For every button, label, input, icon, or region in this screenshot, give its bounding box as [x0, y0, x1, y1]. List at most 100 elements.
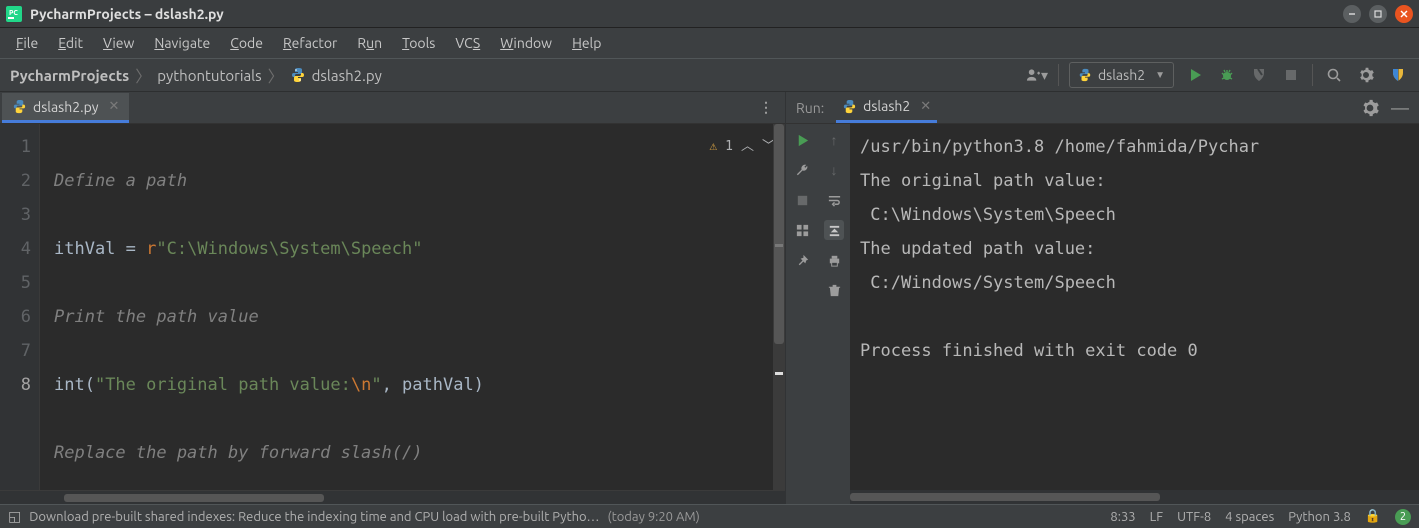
status-tool-icon[interactable]: ◱ — [8, 508, 21, 525]
python-interpreter[interactable]: Python 3.8 — [1288, 510, 1351, 524]
run-toolbar-primary — [786, 124, 818, 504]
editor-vertical-scrollbar[interactable] — [773, 124, 785, 490]
status-time: (today 9:20 AM) — [608, 510, 700, 524]
gear-icon[interactable] — [1361, 99, 1379, 117]
run-tab-name: dslash2 — [863, 98, 910, 114]
notifications-badge[interactable]: 2 — [1395, 509, 1411, 525]
code-line: Print the path value — [54, 307, 259, 327]
run-button[interactable] — [1184, 64, 1206, 86]
separator — [1058, 64, 1059, 86]
run-tool-window: Run: dslash2 ✕ — ↑ ↓ — [786, 92, 1419, 504]
navigation-bar: PycharmProjects 〉 pythontutorials 〉 dsla… — [0, 58, 1419, 92]
status-bar: ◱ Download pre-built shared indexes: Red… — [0, 504, 1419, 528]
breadcrumb: PycharmProjects 〉 pythontutorials 〉 dsla… — [10, 63, 1026, 87]
trash-icon[interactable] — [824, 280, 844, 300]
app-icon: PC — [6, 6, 22, 22]
menu-tools[interactable]: Tools — [392, 31, 445, 55]
menu-bar: FileEditViewNavigateCodeRefactorRunTools… — [0, 28, 1419, 58]
close-tab-icon[interactable]: ✕ — [108, 99, 119, 114]
code-line: Define a path — [54, 171, 187, 191]
wrench-icon[interactable] — [792, 160, 812, 180]
scroll-to-end-icon[interactable] — [824, 220, 844, 240]
menu-navigate[interactable]: Navigate — [144, 31, 220, 55]
stop-button[interactable] — [1280, 64, 1302, 86]
console-output[interactable]: /usr/bin/python3.8 /home/fahmida/Pychar … — [850, 124, 1419, 504]
coverage-button[interactable] — [1248, 64, 1270, 86]
chevron-up-icon[interactable]: ︿ — [741, 130, 754, 164]
breadcrumb-file[interactable]: dslash2.py — [312, 67, 382, 84]
close-button[interactable] — [1395, 5, 1413, 23]
run-tab[interactable]: dslash2 ✕ — [836, 93, 937, 123]
pin-icon[interactable] — [792, 250, 812, 270]
lock-icon[interactable]: 🔒 — [1365, 509, 1381, 524]
layout-icon[interactable] — [792, 220, 812, 240]
maximize-button[interactable] — [1369, 5, 1387, 23]
hide-panel-icon[interactable]: — — [1391, 98, 1409, 118]
shield-icon[interactable] — [1387, 64, 1409, 86]
cursor-position[interactable]: 8:33 — [1110, 510, 1135, 524]
python-file-icon — [1078, 68, 1092, 82]
stop-icon[interactable] — [792, 190, 812, 210]
status-task[interactable]: Download pre-built shared indexes: Reduc… — [29, 510, 599, 524]
print-icon[interactable] — [824, 250, 844, 270]
code-line: int( — [54, 375, 95, 395]
add-user-icon[interactable]: ▾ — [1026, 64, 1048, 86]
menu-window[interactable]: Window — [490, 31, 562, 55]
main-area: dslash2.py ✕ ⋮ 1234 5678 Define a path i… — [0, 92, 1419, 504]
tab-more-icon[interactable]: ⋮ — [749, 99, 785, 116]
warning-count: 1 — [725, 130, 733, 164]
menu-edit[interactable]: Edit — [48, 31, 93, 55]
debug-button[interactable] — [1216, 64, 1238, 86]
chevron-right-icon: 〉 — [135, 63, 151, 87]
editor-tabs: dslash2.py ✕ ⋮ — [0, 92, 785, 124]
run-toolbar-secondary: ↑ ↓ — [818, 124, 850, 504]
chevron-down-icon: ▼ — [1155, 69, 1165, 81]
settings-icon[interactable] — [1355, 64, 1377, 86]
menu-refactor[interactable]: Refactor — [273, 31, 347, 55]
editor-panel: dslash2.py ✕ ⋮ 1234 5678 Define a path i… — [0, 92, 786, 504]
console-horizontal-scrollbar[interactable] — [850, 490, 1419, 504]
run-configuration-selector[interactable]: dslash2 ▼ — [1069, 62, 1174, 88]
run-header: Run: dslash2 ✕ — — [786, 92, 1419, 124]
toolbar-right: ▾ dslash2 ▼ — [1026, 62, 1409, 88]
code-line: ithVal = — [54, 239, 146, 259]
code-area[interactable]: Define a path ithVal = r"C:\Windows\Syst… — [40, 124, 785, 490]
soft-wrap-icon[interactable] — [824, 190, 844, 210]
svg-text:PC: PC — [9, 9, 18, 17]
close-tab-icon[interactable]: ✕ — [920, 99, 931, 114]
menu-vcs[interactable]: VCS — [445, 31, 490, 55]
down-arrow-icon[interactable]: ↓ — [824, 160, 844, 180]
menu-file[interactable]: File — [6, 31, 48, 55]
editor-tab-active[interactable]: dslash2.py ✕ — [2, 93, 129, 123]
indent-setting[interactable]: 4 spaces — [1225, 510, 1274, 524]
minimize-button[interactable] — [1343, 5, 1361, 23]
run-configuration-name: dslash2 — [1098, 67, 1145, 83]
title-bar: PC PycharmProjects – dslash2.py — [0, 0, 1419, 28]
editor-horizontal-scrollbar[interactable] — [0, 490, 785, 504]
separator — [1312, 64, 1313, 86]
search-icon[interactable] — [1323, 64, 1345, 86]
menu-run[interactable]: Run — [347, 31, 392, 55]
line-separator[interactable]: LF — [1150, 510, 1163, 524]
window-title: PycharmProjects – dslash2.py — [30, 6, 1335, 22]
warning-icon: ⚠ — [709, 130, 717, 164]
python-file-icon — [12, 99, 27, 114]
breadcrumb-folder[interactable]: pythontutorials — [157, 67, 261, 84]
editor-body[interactable]: 1234 5678 Define a path ithVal = r"C:\Wi… — [0, 124, 785, 490]
menu-help[interactable]: Help — [562, 31, 611, 55]
line-gutter: 1234 5678 — [0, 124, 40, 490]
up-arrow-icon[interactable]: ↑ — [824, 130, 844, 150]
run-content: ↑ ↓ /usr/bin/python3.8 /home/fahmida/Pyc… — [786, 124, 1419, 504]
file-encoding[interactable]: UTF-8 — [1177, 510, 1211, 524]
python-file-icon — [290, 67, 306, 83]
chevron-right-icon: 〉 — [268, 63, 284, 87]
menu-view[interactable]: View — [93, 31, 144, 55]
run-label: Run: — [796, 100, 824, 116]
code-line: Replace the path by forward slash(/) — [54, 443, 422, 463]
inspection-summary[interactable]: ⚠ 1 ︿ ﹀ — [709, 130, 775, 164]
editor-tab-name: dslash2.py — [33, 99, 98, 115]
rerun-icon[interactable] — [792, 130, 812, 150]
menu-code[interactable]: Code — [220, 31, 273, 55]
python-file-icon — [842, 99, 857, 114]
breadcrumb-root[interactable]: PycharmProjects — [10, 67, 129, 84]
